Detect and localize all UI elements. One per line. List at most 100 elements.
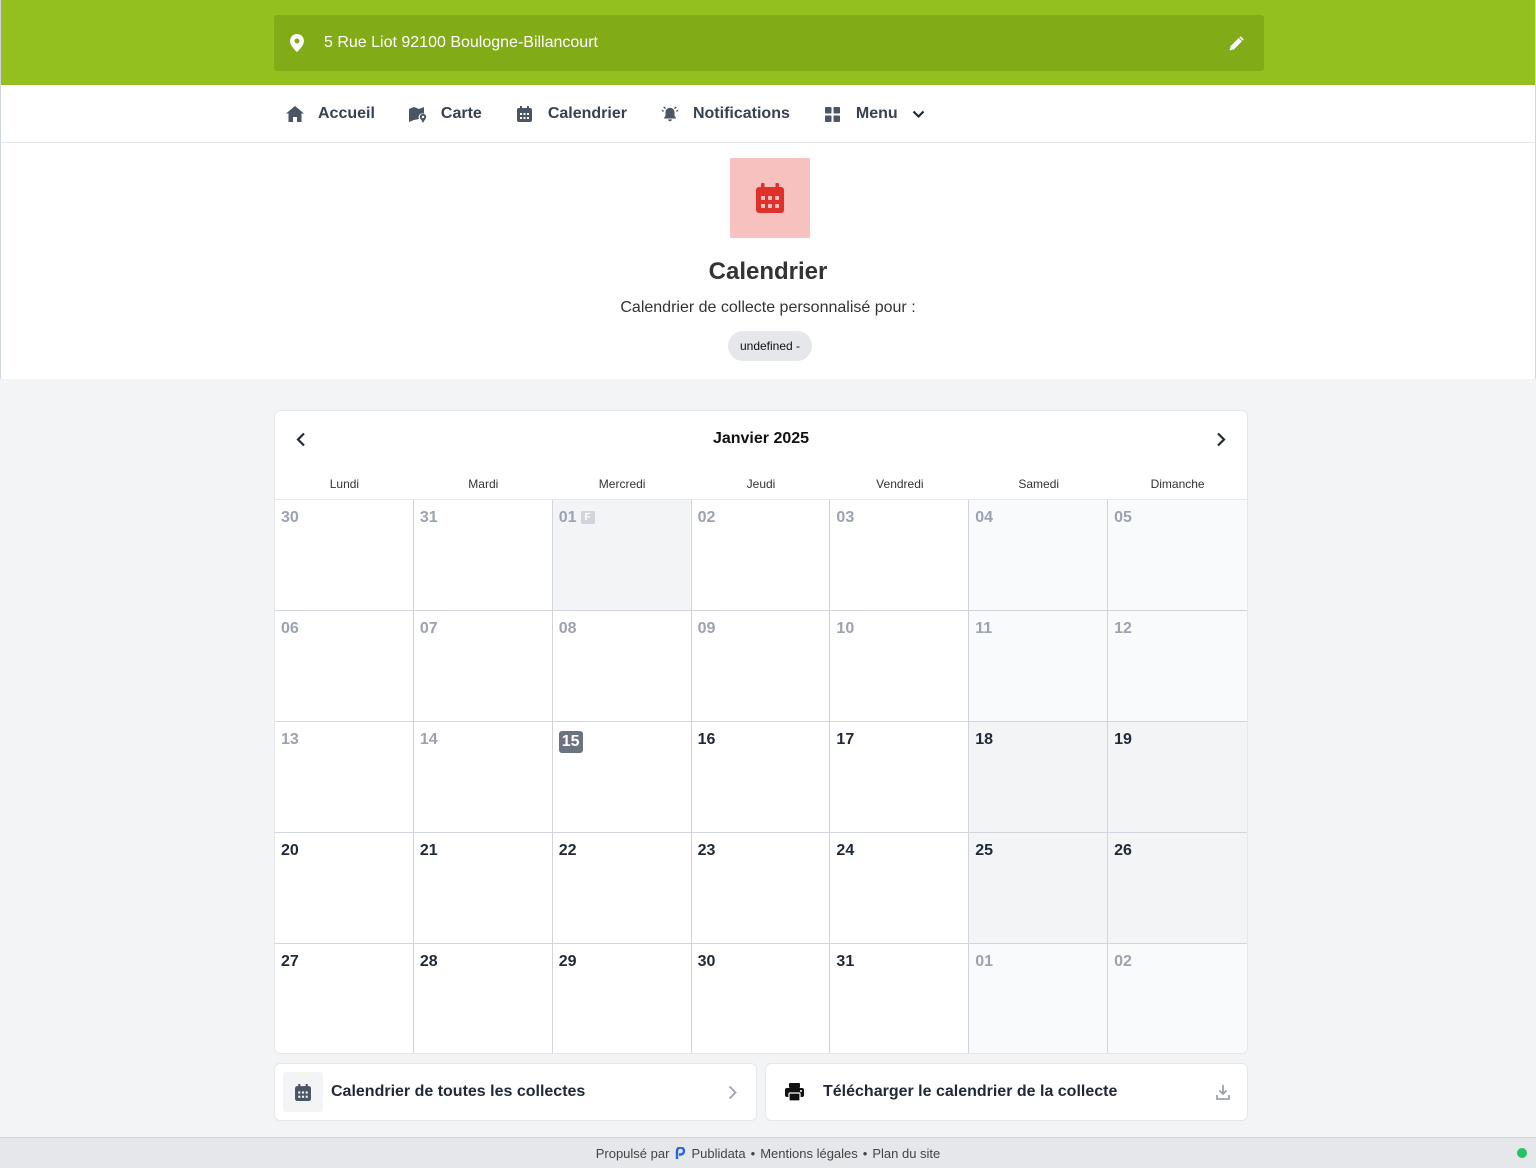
nav-item-carte[interactable]: Carte xyxy=(408,105,482,123)
calendar-day-today[interactable]: 15 xyxy=(552,722,692,833)
calendar-day[interactable]: 14 xyxy=(413,722,553,833)
calendar-day[interactable]: 12 xyxy=(1108,611,1247,722)
footer-separator: • xyxy=(862,1145,868,1161)
day-number: 21 xyxy=(419,842,438,859)
calendar-day[interactable]: 28 xyxy=(414,944,553,1053)
sitemap-link[interactable]: Plan du site xyxy=(872,1146,940,1161)
calendar-day[interactable]: 17 xyxy=(830,722,970,833)
map-icon xyxy=(408,105,427,123)
calendar-day[interactable]: 30 xyxy=(275,500,414,611)
weekday-label: Mercredi xyxy=(598,477,646,491)
main-nav: Accueil Carte Calendrier Notifications M… xyxy=(0,85,1536,143)
day-number: 26 xyxy=(1114,842,1132,859)
day-number: 17 xyxy=(836,731,855,748)
calendar-grid: 30 31 01 F 02 03 04 05 06 07 08 09 10 11 … xyxy=(275,500,1247,1053)
page-hero: Calendrier Calendrier de collecte person… xyxy=(0,143,1536,379)
nav-label: Carte xyxy=(440,105,482,122)
address-bar[interactable]: 5 Rue Liot 92100 Boulogne-Billancourt xyxy=(274,15,1264,71)
day-number: 01 xyxy=(558,509,577,526)
bell-icon xyxy=(661,105,679,123)
calendar-day[interactable]: 24 xyxy=(830,833,970,944)
day-number: 31 xyxy=(836,953,855,970)
calendar-day[interactable]: 11 xyxy=(969,611,1109,722)
all-collections-button[interactable]: Calendrier de toutes les collectes xyxy=(274,1063,757,1121)
day-number: 05 xyxy=(1114,509,1132,526)
printer-icon xyxy=(784,1082,804,1102)
calendar-day[interactable]: 06 xyxy=(275,611,414,722)
top-header: 5 Rue Liot 92100 Boulogne-Billancourt xyxy=(0,0,1536,85)
day-number: 23 xyxy=(697,842,716,859)
calendar-day[interactable]: 31 xyxy=(413,500,553,611)
day-number: 16 xyxy=(697,731,716,748)
weekday-label: Mardi xyxy=(468,477,499,491)
chevron-right-icon xyxy=(724,1084,740,1100)
day-number: 20 xyxy=(281,842,299,859)
page-title: Calendrier xyxy=(708,258,828,285)
calendar-day[interactable]: 19 xyxy=(1108,722,1247,833)
day-number: 19 xyxy=(1114,731,1132,748)
calendar-day[interactable]: 09 xyxy=(691,611,831,722)
calendar-day[interactable]: 18 xyxy=(969,722,1109,833)
chevron-right-icon[interactable] xyxy=(1211,429,1231,449)
nav-item-notifications[interactable]: Notifications xyxy=(661,105,790,123)
day-number-today: 15 xyxy=(558,731,583,753)
chevron-down-icon xyxy=(912,107,926,121)
nav-item-menu[interactable]: Menu xyxy=(824,105,926,123)
nav-label: Accueil xyxy=(318,105,375,122)
day-number: 03 xyxy=(836,509,855,526)
calendar-day[interactable]: 20 xyxy=(275,833,414,944)
calendar-day[interactable]: 16 xyxy=(691,722,831,833)
calendar-day[interactable]: 30 xyxy=(692,944,831,1053)
grid-icon xyxy=(824,105,842,123)
publidata-logo-icon xyxy=(675,1147,687,1159)
address-text: 5 Rue Liot 92100 Boulogne-Billancourt xyxy=(324,34,598,51)
nav-label: Notifications xyxy=(692,105,790,122)
day-number: 04 xyxy=(975,509,994,526)
calendar-day[interactable]: 13 xyxy=(275,722,414,833)
powered-by-text: Propulsé par xyxy=(595,1145,670,1161)
calendar-day[interactable]: 02 xyxy=(1108,944,1247,1053)
day-number: 10 xyxy=(836,620,855,637)
collection-calendar: Janvier 2025 Lundi Mardi Mercredi Jeudi … xyxy=(274,410,1248,1054)
nav-item-calendrier[interactable]: Calendrier xyxy=(516,105,627,123)
calendar-day[interactable]: 08 xyxy=(552,611,692,722)
download-calendar-button[interactable]: Télécharger le calendrier de la collecte xyxy=(765,1063,1248,1121)
calendar-icon xyxy=(283,1072,323,1112)
calendar-day[interactable]: 01 xyxy=(969,944,1109,1053)
calendar-day[interactable]: 07 xyxy=(413,611,553,722)
nav-item-accueil[interactable]: Accueil xyxy=(286,105,375,123)
calendar-day[interactable]: 31 xyxy=(830,944,970,1053)
day-number: 27 xyxy=(281,953,299,970)
page-subtitle: Calendrier de collecte personnalisé pour… xyxy=(620,299,916,316)
calendar-day[interactable]: 10 xyxy=(830,611,970,722)
calendar-month: Janvier 2025 xyxy=(712,430,810,447)
day-number: 25 xyxy=(975,842,994,859)
day-number: 31 xyxy=(419,509,438,526)
pencil-icon[interactable] xyxy=(1226,33,1246,53)
day-number: 06 xyxy=(281,620,299,637)
legal-link[interactable]: Mentions légales xyxy=(760,1146,858,1161)
day-number: 13 xyxy=(281,731,299,748)
day-number: 18 xyxy=(975,731,994,748)
action-label: Télécharger le calendrier de la collecte xyxy=(823,1083,1118,1100)
calendar-day-holiday[interactable]: 01 F xyxy=(552,500,692,611)
calendar-day[interactable]: 04 xyxy=(969,500,1109,611)
day-number: 30 xyxy=(281,509,299,526)
calendar-day[interactable]: 25 xyxy=(969,833,1109,944)
weekday-label: Dimanche xyxy=(1150,477,1205,491)
holiday-badge: F xyxy=(580,511,595,524)
calendar-day[interactable]: 26 xyxy=(1108,833,1247,944)
calendar-day[interactable]: 29 xyxy=(553,944,692,1053)
calendar-day[interactable]: 03 xyxy=(830,500,970,611)
publidata-link[interactable]: Publidata xyxy=(691,1146,745,1161)
calendar-day[interactable]: 02 xyxy=(691,500,831,611)
calendar-icon xyxy=(730,158,810,238)
nav-label: Menu xyxy=(855,105,898,122)
calendar-day[interactable]: 27 xyxy=(275,944,414,1053)
calendar-day[interactable]: 05 xyxy=(1108,500,1247,611)
calendar-day[interactable]: 22 xyxy=(552,833,692,944)
weekday-label: Jeudi xyxy=(746,477,776,491)
calendar-day[interactable]: 21 xyxy=(413,833,553,944)
calendar-day[interactable]: 23 xyxy=(691,833,831,944)
day-number: 12 xyxy=(1114,620,1132,637)
